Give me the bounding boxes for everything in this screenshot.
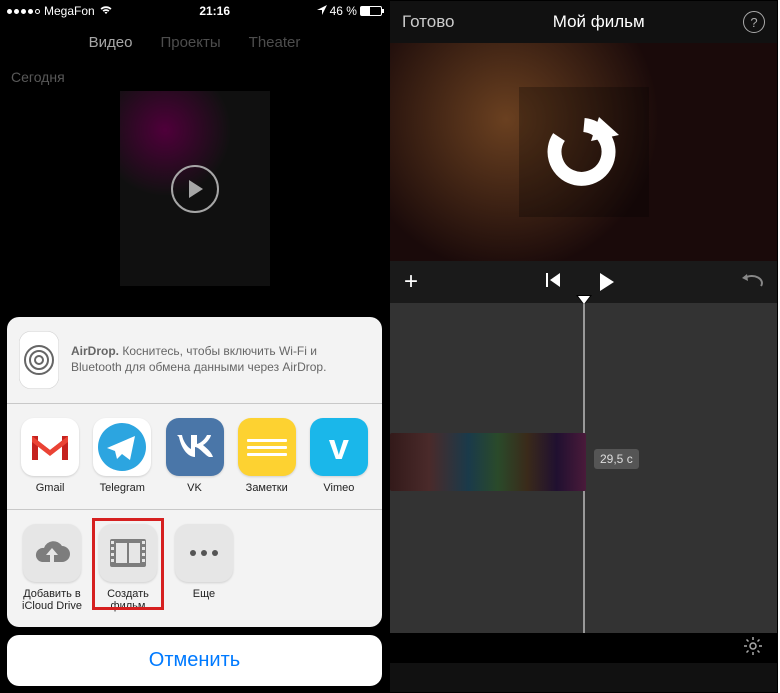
airdrop-row[interactable]: AirDrop. Коснитесь, чтобы включить Wi-Fi… — [7, 317, 382, 403]
done-button[interactable]: Готово — [402, 12, 455, 32]
cloud-upload-icon — [23, 524, 81, 582]
film-icon — [99, 524, 157, 582]
action-more[interactable]: Еще — [171, 524, 237, 613]
undo-button[interactable] — [741, 272, 763, 293]
share-sheet: AirDrop. Коснитесь, чтобы включить Wi-Fi… — [7, 317, 382, 686]
airdrop-icon — [19, 331, 59, 389]
share-apps-row: Gmail Telegram VK — [7, 404, 382, 509]
airdrop-text: AirDrop. Коснитесь, чтобы включить Wi-Fi… — [71, 344, 370, 375]
battery-icon — [360, 6, 382, 16]
status-bar: MegaFon 21:16 46 % — [1, 1, 388, 21]
share-actions-row: Добавить в iCloud Drive Создать фильм Ещ… — [7, 510, 382, 627]
clock-label: 21:16 — [199, 4, 230, 18]
duration-badge: 29,5 с — [594, 449, 639, 469]
cancel-button[interactable]: Отменить — [7, 635, 382, 686]
telegram-icon — [93, 418, 151, 476]
more-icon — [175, 524, 233, 582]
share-app-vimeo[interactable]: v Vimeo — [308, 418, 370, 495]
help-icon[interactable]: ? — [743, 11, 765, 33]
timeline-clip[interactable] — [390, 433, 586, 491]
location-icon — [317, 4, 327, 18]
editor-bottom-bar — [390, 633, 777, 663]
gmail-icon — [21, 418, 79, 476]
play-button[interactable] — [600, 273, 614, 291]
notes-icon — [238, 418, 296, 476]
add-media-button[interactable]: + — [404, 268, 418, 296]
video-preview[interactable] — [390, 43, 777, 261]
signal-dots-icon — [7, 9, 40, 14]
right-phone: Готово Мой фильм ? + 29,5 с — [389, 0, 778, 693]
editor-header: Готово Мой фильм ? — [390, 1, 777, 43]
battery-pct-label: 46 % — [330, 4, 357, 18]
left-phone: MegaFon 21:16 46 % Видео Проекты Theater… — [0, 0, 389, 693]
timeline[interactable]: 29,5 с — [390, 303, 777, 663]
skip-back-button[interactable] — [546, 273, 562, 292]
wifi-icon — [99, 4, 113, 18]
share-app-gmail[interactable]: Gmail — [19, 418, 81, 495]
rotate-overlay — [519, 87, 649, 217]
rotate-icon — [539, 107, 629, 197]
vimeo-icon: v — [310, 418, 368, 476]
settings-icon[interactable] — [743, 636, 763, 661]
project-title: Мой фильм — [455, 12, 744, 32]
action-add-icloud[interactable]: Добавить в iCloud Drive — [19, 524, 85, 613]
vk-icon — [166, 418, 224, 476]
share-app-vk[interactable]: VK — [163, 418, 225, 495]
action-create-film[interactable]: Создать фильм — [95, 524, 161, 613]
share-app-telegram[interactable]: Telegram — [91, 418, 153, 495]
share-app-notes[interactable]: Заметки — [236, 418, 298, 495]
carrier-label: MegaFon — [44, 4, 95, 18]
